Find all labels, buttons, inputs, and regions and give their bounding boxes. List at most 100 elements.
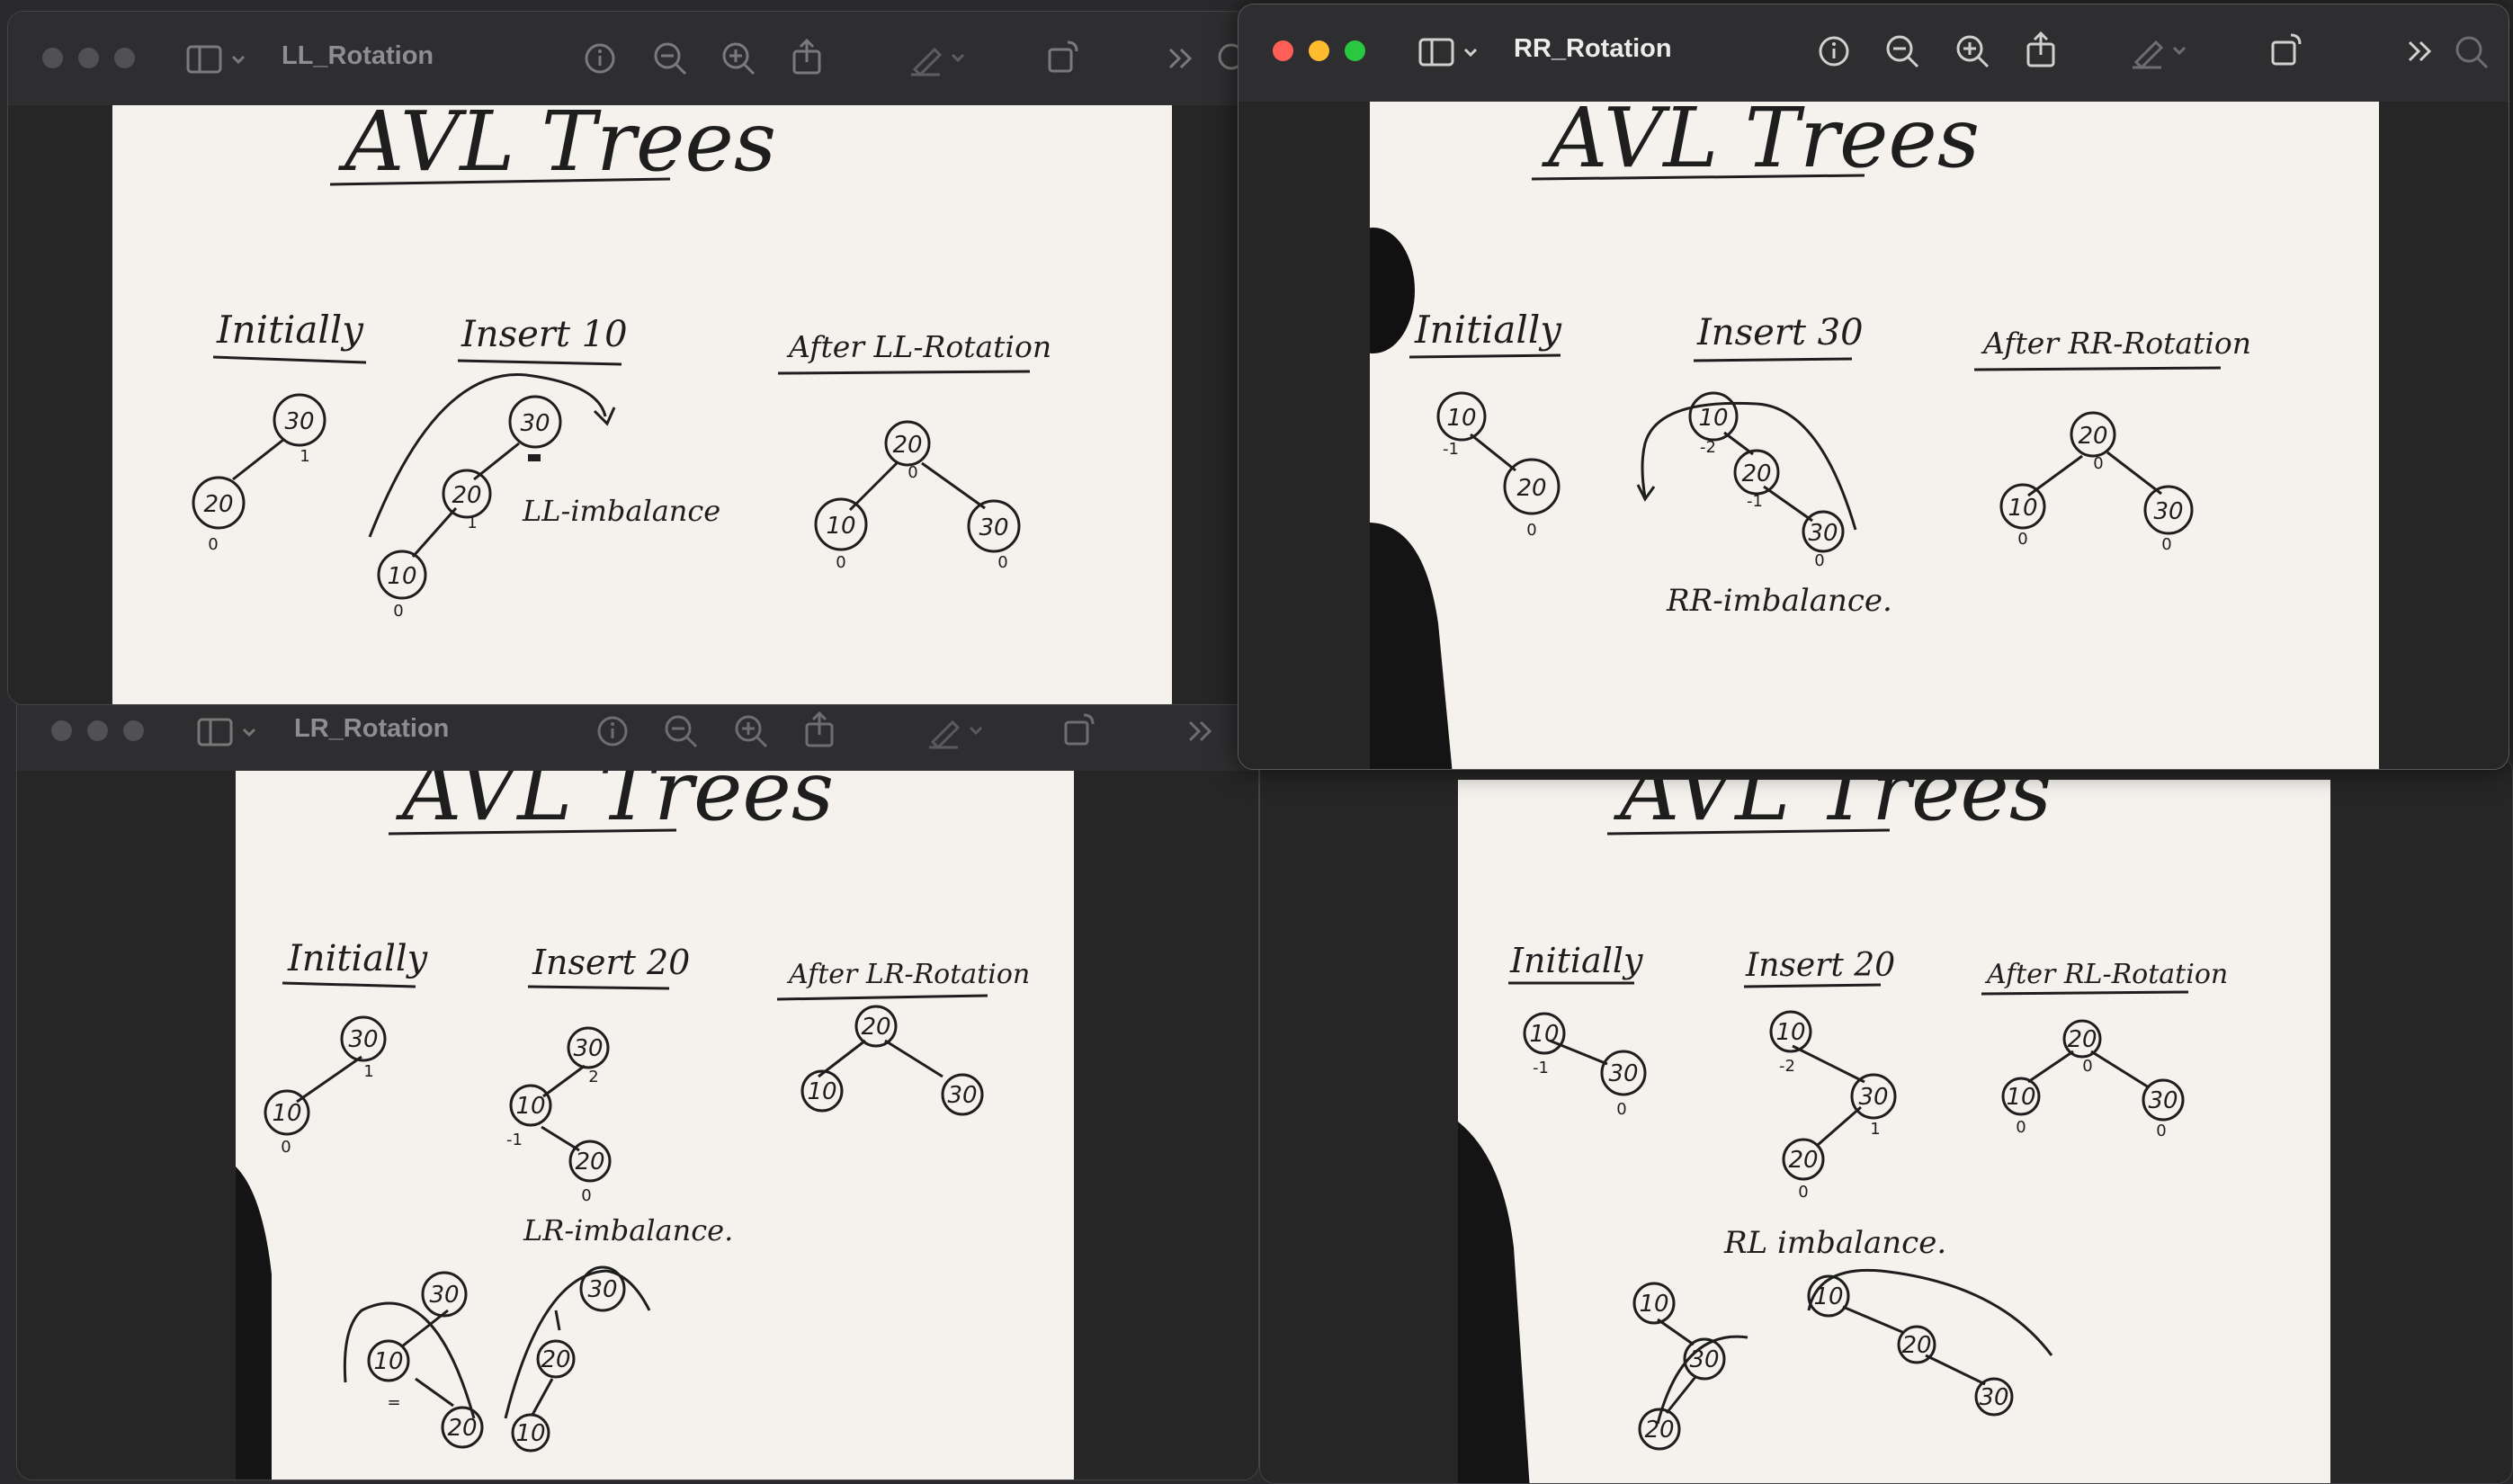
node: 10 bbox=[826, 513, 855, 540]
node: 20 bbox=[2078, 423, 2107, 450]
sidebar-toggle-button[interactable] bbox=[1418, 37, 1485, 67]
rotate-button[interactable] bbox=[2266, 30, 2305, 69]
rr-content: AVL Trees Initially Insert 30 After RR-R… bbox=[1239, 102, 2509, 769]
rotate-button[interactable] bbox=[1059, 710, 1098, 749]
node: 30 bbox=[1808, 520, 1838, 547]
svg-text:0: 0 bbox=[1526, 521, 1536, 540]
search-button[interactable] bbox=[2451, 31, 2491, 71]
rotate-icon bbox=[1064, 713, 1095, 746]
sidebar-toggle-button[interactable] bbox=[197, 717, 264, 747]
zoom-in-button[interactable] bbox=[719, 39, 758, 78]
zoom-button[interactable] bbox=[114, 48, 135, 68]
info-button[interactable] bbox=[593, 711, 632, 751]
rl-drawing: AVL Trees Initially Insert 20 After RL-R… bbox=[1458, 780, 2228, 1483]
rotate-button[interactable] bbox=[1042, 37, 1082, 76]
zoom-button[interactable] bbox=[123, 720, 144, 741]
node: 20 bbox=[541, 1346, 570, 1373]
svg-text:0: 0 bbox=[2017, 530, 2027, 549]
zoom-in-button[interactable] bbox=[1953, 31, 1992, 71]
window-title: LR_Rotation bbox=[294, 714, 450, 743]
minimize-button[interactable] bbox=[87, 720, 108, 741]
node: 30 bbox=[2148, 1087, 2178, 1114]
zoom-in-button[interactable] bbox=[731, 711, 771, 751]
more-tools-button[interactable] bbox=[2401, 31, 2440, 71]
node: 10 bbox=[272, 1100, 301, 1127]
node: 20 bbox=[1901, 1332, 1931, 1359]
markup-button[interactable] bbox=[2129, 31, 2187, 71]
ll-drawing: AVL Trees Initially Insert 10 After LL-R… bbox=[192, 105, 1051, 621]
markup-icon bbox=[929, 720, 983, 750]
sidebar-toggle-button[interactable] bbox=[186, 44, 253, 75]
more-tools-button[interactable] bbox=[1161, 39, 1201, 78]
node: 30 bbox=[1979, 1384, 2008, 1411]
svg-text:0: 0 bbox=[2082, 1057, 2092, 1076]
window-title: LL_Rotation bbox=[282, 41, 434, 70]
ll-rotation-window[interactable]: LL_Rotation AVL Trees Initially Insert 1… bbox=[7, 11, 1257, 705]
zoom-out-button[interactable] bbox=[661, 711, 701, 751]
node: 20 bbox=[892, 432, 922, 459]
rl-rotation-window[interactable]: AVL Trees Initially Insert 20 After RL-R… bbox=[1259, 755, 2513, 1484]
zoom-out-button[interactable] bbox=[650, 39, 690, 78]
node: 10 bbox=[515, 1420, 545, 1447]
markup-button[interactable] bbox=[908, 39, 965, 78]
window-controls bbox=[1273, 40, 1365, 61]
more-tools-button[interactable] bbox=[1181, 711, 1221, 751]
svg-text:-1: -1 bbox=[1533, 1059, 1549, 1077]
label-initially: Initially bbox=[216, 308, 364, 352]
rl-content: AVL Trees Initially Insert 20 After RL-R… bbox=[1260, 756, 2512, 1483]
node: 20 bbox=[1788, 1147, 1818, 1174]
zoom-out-button[interactable] bbox=[1883, 31, 1922, 71]
lr-content: AVL Trees Initially Insert 20 After LR-R… bbox=[17, 771, 1258, 1480]
info-button[interactable] bbox=[1814, 31, 1854, 71]
share-button[interactable] bbox=[2021, 30, 2061, 69]
close-button[interactable] bbox=[42, 48, 63, 68]
node: 20 bbox=[1741, 460, 1771, 487]
node: 10 bbox=[1775, 1019, 1805, 1046]
node: 20 bbox=[203, 491, 233, 518]
label-insert: Insert 30 bbox=[1696, 312, 1864, 353]
rr-rotation-window[interactable]: RR_Rotation AVL Trees Initially Insert 3… bbox=[1238, 4, 2509, 770]
svg-text:-1: -1 bbox=[1443, 440, 1459, 459]
minimize-button[interactable] bbox=[78, 48, 99, 68]
zoom-in-icon bbox=[735, 715, 768, 748]
node: 30 bbox=[1608, 1060, 1638, 1087]
svg-text:-2: -2 bbox=[1779, 1057, 1795, 1076]
info-button[interactable] bbox=[580, 39, 620, 78]
window-controls bbox=[51, 720, 144, 741]
window-controls bbox=[42, 48, 135, 68]
node: 30 bbox=[573, 1035, 603, 1062]
rr-toolbar: RR_Rotation bbox=[1239, 4, 2509, 103]
node: 20 bbox=[2067, 1026, 2097, 1053]
lr-whiteboard: AVL Trees Initially Insert 20 After LR-R… bbox=[236, 771, 1074, 1480]
share-button[interactable] bbox=[787, 37, 827, 76]
node: 20 bbox=[575, 1149, 604, 1176]
node: 20 bbox=[447, 1415, 477, 1442]
minimize-button[interactable] bbox=[1309, 40, 1329, 61]
svg-text:0: 0 bbox=[836, 553, 845, 572]
node: 10 bbox=[2006, 1084, 2035, 1111]
lr-rotation-window[interactable]: LR_Rotation AVL Trees Initially Insert 2… bbox=[16, 689, 1259, 1480]
label-after: After RL-Rotation bbox=[1984, 959, 2228, 990]
close-button[interactable] bbox=[51, 720, 72, 741]
svg-text:0: 0 bbox=[1798, 1183, 1808, 1202]
node: 30 bbox=[2153, 498, 2183, 525]
svg-text:-1: -1 bbox=[506, 1131, 523, 1149]
rr-whiteboard: AVL Trees Initially Insert 30 After RR-R… bbox=[1370, 102, 2379, 769]
node: 30 bbox=[1689, 1346, 1719, 1373]
sidebar-icon bbox=[186, 45, 246, 74]
svg-text:0: 0 bbox=[2161, 535, 2171, 554]
markup-button[interactable] bbox=[926, 711, 983, 751]
node: 10 bbox=[387, 563, 416, 590]
node: 30 bbox=[979, 514, 1008, 541]
sidebar-icon bbox=[1418, 38, 1478, 67]
overflow-chevrons-icon bbox=[2408, 40, 2432, 62]
close-button[interactable] bbox=[1273, 40, 1293, 61]
node: 20 bbox=[1516, 475, 1546, 502]
zoom-in-icon bbox=[1956, 35, 1990, 68]
svg-text:0: 0 bbox=[1616, 1100, 1626, 1119]
share-button[interactable] bbox=[800, 710, 839, 749]
zoom-button[interactable] bbox=[1345, 40, 1365, 61]
svg-text:0: 0 bbox=[2156, 1122, 2166, 1140]
svg-text:0: 0 bbox=[581, 1186, 591, 1205]
node: 10 bbox=[1529, 1021, 1559, 1048]
